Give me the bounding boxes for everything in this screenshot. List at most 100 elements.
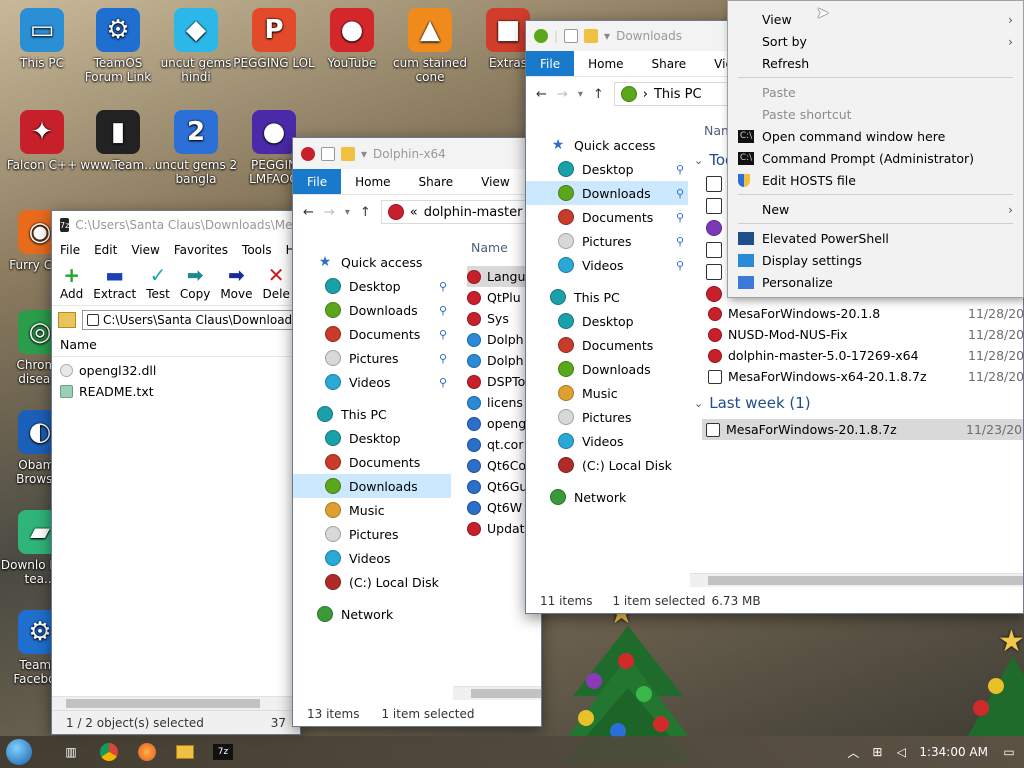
up-arrow-icon[interactable]: ↑ (593, 87, 604, 102)
file-explorer-icon[interactable] (166, 736, 204, 768)
nav-item-network[interactable]: Network (526, 485, 688, 509)
nav-item-pictures[interactable]: Pictures (526, 405, 688, 429)
network-icon[interactable]: ⊞ (865, 736, 889, 768)
recent-chevron-icon[interactable]: ▾ (578, 89, 583, 100)
nav-item-desktop[interactable]: Desktop (526, 309, 688, 333)
desktop-icon-9[interactable]: ▮ www.Team... (76, 110, 160, 172)
column-header-name[interactable]: Name (52, 333, 300, 357)
nav-item-videos[interactable]: Videos (293, 546, 451, 570)
menu-file[interactable]: File (60, 243, 80, 257)
nav-item-this-pc[interactable]: This PC (293, 402, 451, 426)
context-menu-item-refresh[interactable]: Refresh (728, 52, 1023, 74)
test-button[interactable]: ✓ Test (146, 265, 170, 305)
list-item[interactable]: dolphin-master-5.0-17269-x64 11/28/2022 (704, 345, 1023, 366)
up-arrow-icon[interactable]: ↑ (360, 205, 371, 220)
context-menu-item-sort-by[interactable]: Sort by › (728, 30, 1023, 52)
context-menu-item-command-prompt-administrator[interactable]: C:\ Command Prompt (Administrator) (728, 147, 1023, 169)
tab-view[interactable]: View (467, 169, 523, 194)
context-menu-item-open-command-window-here[interactable]: C:\ Open command window here (728, 125, 1023, 147)
properties-icon[interactable] (321, 146, 335, 161)
new-folder-icon[interactable] (584, 29, 599, 43)
context-menu-item-edit-hosts-file[interactable]: Edit HOSTS file (728, 169, 1023, 191)
chevron-down-icon[interactable]: ▾ (604, 29, 610, 43)
back-arrow-icon[interactable]: ← (303, 205, 314, 220)
desktop-icon-10[interactable]: 2 uncut gems 2 bangla (154, 110, 238, 186)
dele-button[interactable]: ✕ Dele (263, 265, 290, 305)
tab-file[interactable]: File (293, 169, 342, 194)
nav-item-downloads[interactable]: Downloads (293, 474, 451, 498)
new-folder-icon[interactable] (341, 146, 355, 161)
desktop-icon-3[interactable]: ◆ uncut gems hindi (154, 8, 238, 84)
recent-chevron-icon[interactable]: ▾ (345, 207, 350, 218)
list-item[interactable]: MesaForWindows-x64-20.1.8.7z 11/28/2022 (704, 366, 1023, 387)
tab-share[interactable]: Share (405, 169, 468, 194)
context-menu-item-personalize[interactable]: Personalize (728, 271, 1023, 293)
copy-button[interactable]: ➡ Copy (180, 265, 210, 305)
desktop-icon-8[interactable]: ✦ Falcon C++ (0, 110, 84, 172)
context-menu-item-view[interactable]: View › (728, 8, 1023, 30)
nav-item-documents[interactable]: Documents (526, 333, 688, 357)
column-header-name[interactable]: Name (471, 240, 508, 255)
address-bar[interactable]: « dolphin-master (380, 200, 531, 224)
nav-item-documents[interactable]: Documents ⚲ (293, 322, 451, 346)
properties-icon[interactable] (564, 29, 579, 43)
list-item[interactable]: opengl32.dll (60, 360, 300, 381)
nav-item-desktop[interactable]: Desktop ⚲ (526, 157, 688, 181)
nav-item-videos[interactable]: Videos (526, 429, 688, 453)
nav-item-music[interactable]: Music (293, 498, 451, 522)
nav-item-downloads[interactable]: Downloads ⚲ (526, 181, 688, 205)
horizontal-scrollbar[interactable] (453, 686, 541, 700)
sevenzip-icon[interactable]: 7z (204, 736, 242, 768)
nav-item-documents[interactable]: Documents ⚲ (526, 205, 688, 229)
tab-share[interactable]: Share (638, 51, 701, 76)
forward-arrow-icon[interactable]: → (557, 87, 568, 102)
dolphin-titlebar[interactable]: ▾ Dolphin-x64 (293, 138, 541, 169)
chevron-down-icon[interactable]: ▾ (361, 147, 367, 161)
nav-item-quick-access[interactable]: ★ Quick access (526, 133, 688, 157)
volume-icon[interactable]: ◁ (889, 736, 913, 768)
horizontal-scrollbar[interactable] (52, 696, 300, 710)
desktop-icon-6[interactable]: ▲ cum stained cone (388, 8, 472, 84)
nav-item-pictures[interactable]: Pictures (293, 522, 451, 546)
list-item[interactable]: MesaForWindows-20.1.8.7z 11/23/2022 (702, 419, 1023, 440)
nav-item-downloads[interactable]: Downloads (526, 357, 688, 381)
chrome-icon[interactable] (90, 736, 128, 768)
tab-home[interactable]: Home (341, 169, 404, 194)
tab-file[interactable]: File (526, 51, 575, 76)
desktop-icon-2[interactable]: ⚙ TeamOS Forum Link (76, 8, 160, 84)
clock[interactable]: 1:34:00 AM (913, 745, 994, 759)
folder-up-icon[interactable] (58, 311, 76, 328)
start-orb-icon[interactable] (0, 736, 38, 768)
list-item[interactable]: NUSD-Mod-NUS-Fix 11/28/2022 (704, 324, 1023, 345)
group-header-last-week[interactable]: ⌄ Last week (1) (694, 394, 811, 412)
desktop-icon-1[interactable]: ▭ This PC (0, 8, 84, 70)
nav-item-desktop[interactable]: Desktop (293, 426, 451, 450)
tab-home[interactable]: Home (574, 51, 637, 76)
firefox-icon[interactable] (128, 736, 166, 768)
menu-favorites[interactable]: Favorites (174, 243, 228, 257)
nav-item-pictures[interactable]: Pictures ⚲ (293, 346, 451, 370)
nav-item--c-local-disk[interactable]: (C:) Local Disk (526, 453, 688, 477)
nav-item-quick-access[interactable]: ★ Quick access (293, 250, 451, 274)
add-button[interactable]: + Add (60, 265, 83, 305)
nav-item-music[interactable]: Music (526, 381, 688, 405)
horizontal-scrollbar[interactable] (690, 573, 1023, 587)
path-field[interactable]: C:\Users\Santa Claus\Downloads\M (82, 309, 300, 330)
menu-view[interactable]: View (131, 243, 159, 257)
nav-item-pictures[interactable]: Pictures ⚲ (526, 229, 688, 253)
context-menu-item-new[interactable]: New › (728, 198, 1023, 220)
list-item[interactable]: README.txt (60, 381, 300, 402)
desktop-icon-5[interactable]: ● YouTube (310, 8, 394, 70)
nav-item-downloads[interactable]: Downloads ⚲ (293, 298, 451, 322)
nav-item-documents[interactable]: Documents (293, 450, 451, 474)
nav-item--c-local-disk[interactable]: (C:) Local Disk (293, 570, 451, 594)
list-item[interactable]: MesaForWindows-20.1.8 11/28/202 (704, 303, 1023, 324)
notifications-icon[interactable]: ▭ (994, 736, 1024, 768)
sevenzip-titlebar[interactable]: 7z C:\Users\Santa Claus\Downloads\Mesa..… (52, 211, 300, 239)
nav-item-videos[interactable]: Videos ⚲ (526, 253, 688, 277)
nav-item-network[interactable]: Network (293, 602, 451, 626)
back-arrow-icon[interactable]: ← (536, 87, 547, 102)
chevron-up-icon[interactable]: ︿ (841, 736, 865, 768)
move-button[interactable]: ➡ Move (220, 265, 252, 305)
context-menu-item-paste[interactable]: Paste (728, 81, 1023, 103)
